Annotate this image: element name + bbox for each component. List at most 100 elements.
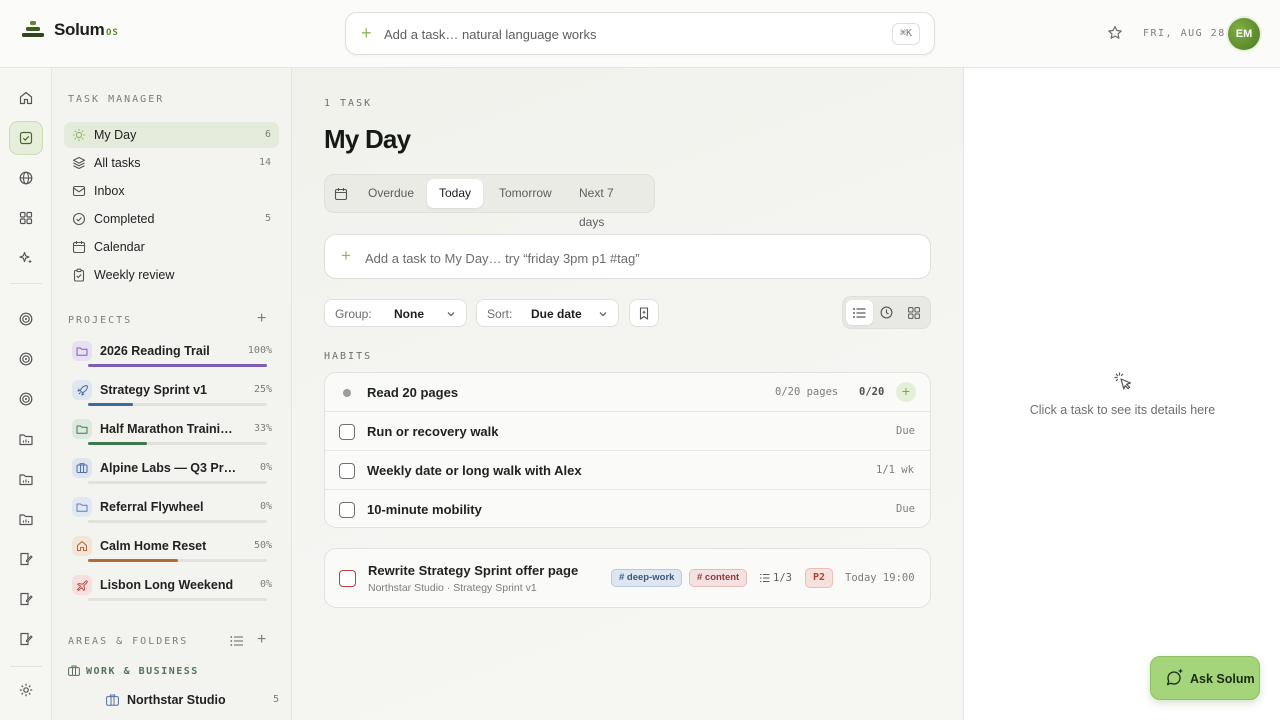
rail-tasks[interactable]: [9, 121, 43, 155]
project-progress-fill: [88, 364, 267, 367]
rail-folder-1[interactable]: [9, 422, 43, 456]
rail-settings[interactable]: [9, 673, 43, 707]
briefcase-icon: [68, 665, 80, 676]
add-project-button[interactable]: +: [257, 310, 266, 328]
area-group-label[interactable]: WORK & BUSINESS: [86, 666, 199, 677]
rail-globe[interactable]: [9, 161, 43, 195]
project-name: Strategy Sprint v1: [100, 383, 207, 397]
main-content: 1 TASK My Day Overdue Today Tomorrow Nex…: [292, 68, 963, 720]
habit-score: 0/20: [859, 386, 885, 398]
habit-checkbox[interactable]: [339, 502, 355, 518]
briefcase-icon: [76, 463, 88, 473]
task-checkbox[interactable]: [339, 570, 356, 587]
briefcase-icon: [106, 694, 119, 706]
rail-folder-2[interactable]: [9, 462, 43, 496]
task-row[interactable]: Rewrite Strategy Sprint offer page North…: [324, 548, 931, 608]
habit-status: 1/1 wk: [876, 464, 914, 476]
tab-tomorrow[interactable]: Tomorrow: [487, 179, 564, 208]
rail-home[interactable]: [9, 81, 43, 115]
add-task-input[interactable]: [365, 247, 905, 269]
group-select[interactable]: Group: None: [324, 299, 467, 327]
save-view-button[interactable]: [629, 299, 659, 327]
note-edit-icon: [20, 552, 33, 566]
folder-item-northstar[interactable]: Northstar Studio 5: [104, 689, 279, 713]
habit-row[interactable]: Read 20 pages 0/20 pages 0/20 +: [325, 373, 930, 412]
task-manager-heading: TASK MANAGER: [68, 94, 165, 105]
folder-icon: [76, 503, 88, 512]
quick-add-bar[interactable]: + ⌘K: [345, 12, 935, 55]
rail-ai[interactable]: [9, 241, 43, 275]
habit-checkbox[interactable]: [339, 463, 355, 479]
rail-note-1[interactable]: [9, 542, 43, 576]
project-item[interactable]: Strategy Sprint v1 25%: [72, 380, 272, 416]
rail-note-3[interactable]: [9, 622, 43, 656]
project-item[interactable]: Calm Home Reset 50%: [72, 536, 272, 572]
tab-next-7-days[interactable]: Next 7 days: [567, 179, 654, 229]
timeline-view-button[interactable]: [873, 300, 900, 325]
list-icon[interactable]: [230, 635, 244, 647]
icon-rail: [0, 68, 52, 720]
project-item[interactable]: Lisbon Long Weekend 0%: [72, 575, 272, 611]
star-icon[interactable]: [1107, 25, 1123, 41]
grid-view-button[interactable]: [900, 300, 927, 325]
target-icon: [19, 352, 33, 366]
sidebar-item-inbox[interactable]: Inbox: [64, 178, 279, 204]
sidebar-item-all-tasks[interactable]: All tasks 14: [64, 150, 279, 176]
sidebar-item-weekly-review[interactable]: Weekly review: [64, 262, 279, 288]
sidebar-item-label: All tasks: [94, 156, 141, 170]
sidebar-item-label: My Day: [94, 128, 137, 142]
habit-title: Read 20 pages: [367, 385, 459, 400]
habit-checkbox[interactable]: [339, 424, 355, 440]
ask-solum-button[interactable]: Ask Solum: [1150, 656, 1260, 700]
add-area-button[interactable]: +: [257, 631, 266, 649]
project-name: Lisbon Long Weekend: [100, 578, 234, 592]
project-item[interactable]: 2026 Reading Trail 100%: [72, 341, 272, 377]
habit-increment-button[interactable]: +: [896, 382, 916, 402]
rail-target-1[interactable]: [9, 302, 43, 336]
rail-target-2[interactable]: [9, 342, 43, 376]
avatar[interactable]: EM: [1228, 18, 1260, 50]
calendar-icon[interactable]: [334, 187, 348, 201]
project-item[interactable]: Alpine Labs — Q3 Product … 0%: [72, 458, 272, 494]
project-item[interactable]: Half Marathon Training B… 33%: [72, 419, 272, 455]
globe-icon: [19, 171, 33, 185]
rocket-icon: [77, 385, 88, 396]
rail-target-3[interactable]: [9, 382, 43, 416]
tab-today[interactable]: Today: [427, 179, 484, 208]
sidebar-item-completed[interactable]: Completed 5: [64, 206, 279, 232]
habits-list: Read 20 pages 0/20 pages 0/20 + Run or r…: [324, 372, 931, 528]
quick-add-input[interactable]: [384, 23, 864, 45]
habit-row[interactable]: Weekly date or long walk with Alex 1/1 w…: [325, 451, 930, 490]
priority-badge[interactable]: P2: [805, 568, 833, 588]
habit-title: Weekly date or long walk with Alex: [367, 463, 582, 478]
rail-folder-3[interactable]: [9, 502, 43, 536]
cursor-click-icon: [1114, 372, 1132, 390]
page-title: My Day: [324, 124, 411, 154]
sidebar-item-count: 6: [264, 129, 271, 140]
tab-overdue[interactable]: Overdue: [356, 179, 426, 208]
rail-widgets[interactable]: [9, 201, 43, 235]
inbox-icon: [72, 185, 86, 197]
project-progress-bar: [88, 598, 267, 601]
sort-select[interactable]: Sort: Due date: [476, 299, 619, 327]
plane-icon: [77, 580, 88, 591]
grid-icon: [907, 306, 920, 319]
project-progress-bar: [88, 364, 267, 367]
rail-note-2[interactable]: [9, 582, 43, 616]
tag-deep-work[interactable]: # deep-work: [611, 569, 683, 587]
project-icon-badge: [72, 341, 92, 361]
project-item[interactable]: Referral Flywheel 0%: [72, 497, 272, 533]
habit-row[interactable]: 10-minute mobility Due: [325, 490, 930, 527]
tag-content[interactable]: # content: [689, 569, 748, 587]
project-percent: 25%: [253, 384, 272, 395]
sidebar-item-calendar[interactable]: Calendar: [64, 234, 279, 260]
folder-icon: [76, 347, 88, 356]
add-task-bar[interactable]: +: [324, 234, 931, 279]
sidebar-item-my-day[interactable]: My Day 6: [64, 122, 279, 148]
habit-row[interactable]: Run or recovery walk Due: [325, 412, 930, 451]
habit-progress: 0/20 pages: [775, 386, 839, 398]
list-view-button[interactable]: [846, 300, 873, 325]
project-name: 2026 Reading Trail: [100, 344, 210, 358]
due-time: Today 19:00: [845, 572, 915, 584]
home-icon: [19, 91, 33, 105]
